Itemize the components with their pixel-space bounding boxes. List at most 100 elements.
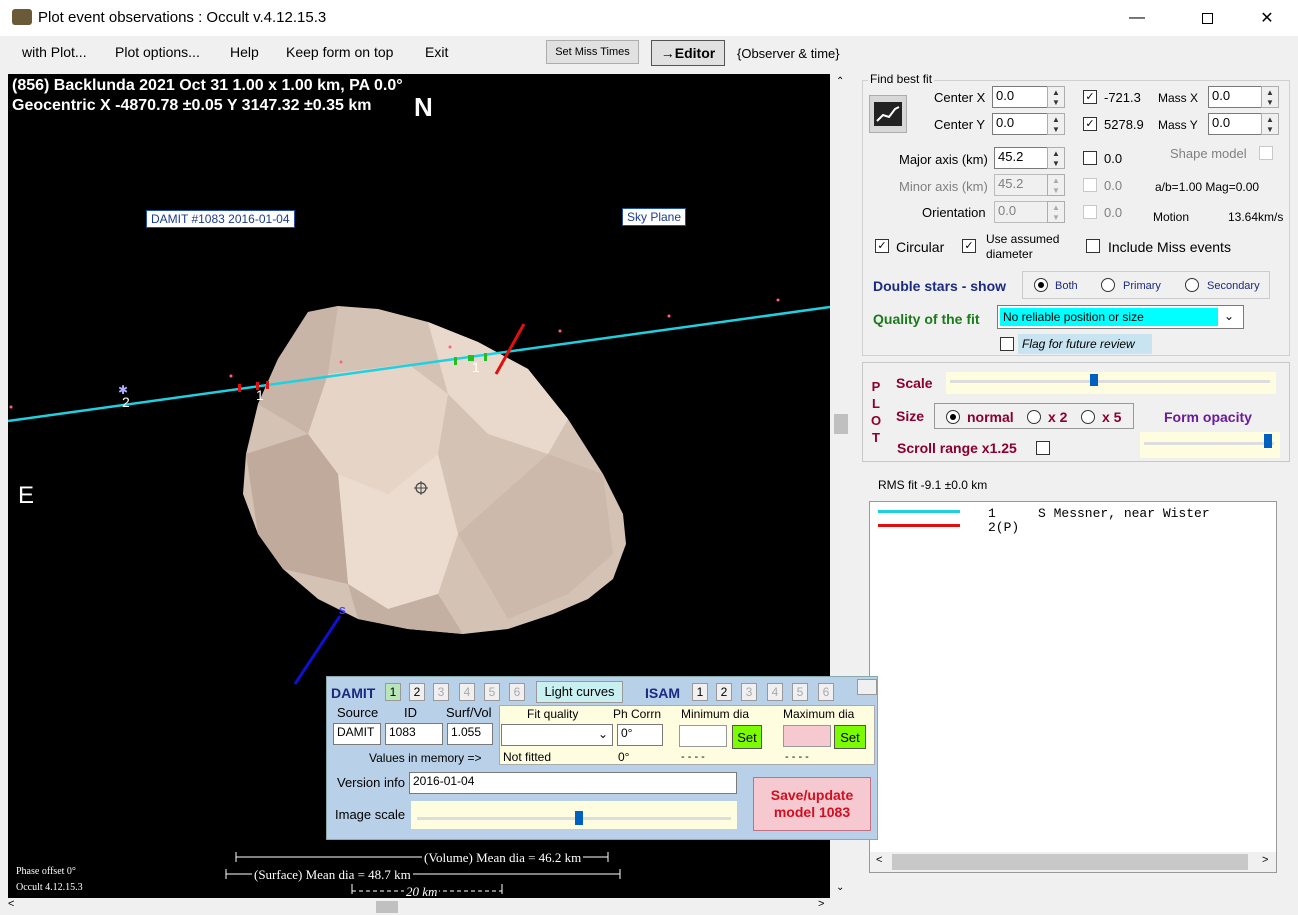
list-hscroll-thumb[interactable] bbox=[892, 854, 1248, 870]
find-best-fit-button[interactable] bbox=[869, 95, 907, 133]
max-dia-set-button[interactable]: Set bbox=[834, 725, 866, 749]
major-axis-input[interactable]: 45.2 bbox=[994, 147, 1048, 169]
orientation-spinner[interactable]: ▲ ▼ bbox=[1047, 201, 1065, 223]
vscroll-thumb[interactable] bbox=[834, 414, 848, 434]
max-dia-dashes: - - - - bbox=[785, 751, 809, 763]
list-row1-num[interactable]: 1 bbox=[988, 506, 996, 521]
center-y-spinner[interactable]: ▲ ▼ bbox=[1047, 113, 1065, 135]
mass-x-input[interactable]: 0.0 bbox=[1208, 86, 1262, 108]
id-input[interactable]: 1083 bbox=[385, 723, 443, 745]
damit-model-3[interactable]: 3 bbox=[433, 683, 449, 701]
use-assumed-checkbox[interactable]: ✓ bbox=[962, 239, 976, 253]
size-x2-radio[interactable] bbox=[1027, 410, 1041, 424]
center-x-input[interactable]: 0.0 bbox=[992, 86, 1048, 108]
form-opacity-slider[interactable] bbox=[1140, 432, 1280, 458]
both-radio[interactable] bbox=[1034, 278, 1048, 292]
scale-slider[interactable] bbox=[946, 372, 1276, 394]
version-info-input[interactable]: 2016-01-04 bbox=[409, 772, 737, 794]
form-opacity-thumb[interactable] bbox=[1264, 434, 1272, 448]
scroll-down-icon[interactable]: ⌄ bbox=[836, 882, 844, 893]
mass-x-spinner[interactable]: ▲ ▼ bbox=[1261, 86, 1279, 108]
phcorr-input[interactable]: 0° bbox=[617, 724, 663, 746]
damit-model-2[interactable]: 2 bbox=[409, 683, 425, 701]
list-row2-num[interactable]: 2(P) bbox=[988, 520, 1019, 535]
light-curves-button[interactable]: Light curves bbox=[536, 681, 623, 703]
surfvol-input[interactable]: 1.055 bbox=[447, 723, 493, 745]
center-x-spinner[interactable]: ▲ ▼ bbox=[1047, 86, 1065, 108]
menu-help[interactable]: Help bbox=[230, 44, 259, 60]
isam-model-2[interactable]: 2 bbox=[716, 683, 732, 701]
list-hscrollbar[interactable]: < > bbox=[870, 852, 1276, 872]
minor-axis-spinner[interactable]: ▲ ▼ bbox=[1047, 174, 1065, 196]
quality-value: No reliable position or size bbox=[1000, 308, 1218, 326]
major-axis-spinner[interactable]: ▲ ▼ bbox=[1047, 147, 1065, 169]
source-input[interactable]: DAMIT bbox=[333, 723, 381, 745]
phase-offset: Phase offset 0° bbox=[16, 866, 76, 877]
menu-exit[interactable]: Exit bbox=[425, 44, 448, 60]
scroll-range-checkbox[interactable] bbox=[1036, 441, 1050, 455]
id-label: ID bbox=[404, 705, 417, 720]
shape-model-checkbox[interactable] bbox=[1259, 146, 1273, 160]
observer-time-label[interactable]: {Observer & time} bbox=[737, 46, 840, 61]
hscroll-thumb[interactable] bbox=[376, 901, 398, 913]
chevron-down-icon[interactable]: ⌄ bbox=[1224, 309, 1234, 323]
minor-axis-input[interactable]: 45.2 bbox=[994, 174, 1048, 196]
damit-close-button[interactable] bbox=[857, 679, 877, 695]
scale-slider-thumb[interactable] bbox=[1090, 374, 1098, 386]
list-row1-name[interactable]: S Messner, near Wister bbox=[1038, 506, 1210, 521]
size-x5-radio[interactable] bbox=[1081, 410, 1095, 424]
size-normal-radio[interactable] bbox=[946, 410, 960, 424]
image-scale-slider[interactable] bbox=[411, 801, 737, 829]
list-scroll-right-icon[interactable]: > bbox=[1262, 854, 1268, 866]
y-checkbox[interactable]: ✓ bbox=[1083, 117, 1097, 131]
menu-with-plot[interactable]: with Plot... bbox=[22, 44, 87, 60]
orientation-label: Orientation bbox=[922, 205, 986, 220]
damit-model-5[interactable]: 5 bbox=[484, 683, 500, 701]
scroll-left-icon[interactable]: < bbox=[8, 898, 14, 910]
circular-checkbox[interactable]: ✓ bbox=[875, 239, 889, 253]
close-icon[interactable]: ✕ bbox=[1244, 0, 1290, 36]
isam-model-4[interactable]: 4 bbox=[767, 683, 783, 701]
fit-quality-select[interactable]: ⌄ bbox=[501, 724, 613, 746]
damit-model-1[interactable]: 1 bbox=[385, 683, 401, 701]
image-scale-thumb[interactable] bbox=[575, 811, 583, 825]
scroll-right-icon[interactable]: > bbox=[818, 898, 824, 910]
major-checkbox[interactable] bbox=[1083, 151, 1097, 165]
quality-select[interactable]: No reliable position or size ⌄ bbox=[997, 305, 1244, 329]
isam-model-6[interactable]: 6 bbox=[818, 683, 834, 701]
mass-y-spinner[interactable]: ▲ ▼ bbox=[1261, 113, 1279, 135]
fit-quality-chevron-icon[interactable]: ⌄ bbox=[598, 727, 608, 741]
scroll-up-icon[interactable]: ⌃ bbox=[836, 76, 844, 87]
orientation-checkbox[interactable] bbox=[1083, 205, 1097, 219]
x-checkbox[interactable]: ✓ bbox=[1083, 90, 1097, 104]
maximize-icon[interactable] bbox=[1184, 0, 1230, 36]
menu-keep-on-top[interactable]: Keep form on top bbox=[286, 44, 393, 60]
orientation-input[interactable]: 0.0 bbox=[994, 201, 1048, 223]
minor-checkbox[interactable] bbox=[1083, 178, 1097, 192]
minimize-icon[interactable]: — bbox=[1114, 0, 1160, 36]
set-miss-times-button[interactable]: Set Miss Times bbox=[546, 40, 639, 64]
isam-model-1[interactable]: 1 bbox=[692, 683, 708, 701]
secondary-radio[interactable] bbox=[1185, 278, 1199, 292]
list-scroll-left-icon[interactable]: < bbox=[876, 854, 882, 866]
primary-radio[interactable] bbox=[1101, 278, 1115, 292]
damit-model-4[interactable]: 4 bbox=[459, 683, 475, 701]
minor-check-value: 0.0 bbox=[1104, 178, 1123, 193]
plot-horizontal-scrollbar[interactable]: < > bbox=[0, 898, 832, 915]
mass-y-input[interactable]: 0.0 bbox=[1208, 113, 1262, 135]
damit-model-6[interactable]: 6 bbox=[509, 683, 525, 701]
include-miss-checkbox[interactable] bbox=[1086, 239, 1100, 253]
save-update-model-button[interactable]: Save/update model 1083 bbox=[753, 777, 871, 831]
flag-review-checkbox[interactable] bbox=[1000, 337, 1014, 351]
observer-list[interactable]: 1 S Messner, near Wister 2(P) < > bbox=[869, 501, 1277, 873]
menu-bar: with Plot... Plot options... Help Keep f… bbox=[0, 36, 1298, 72]
isam-model-5[interactable]: 5 bbox=[792, 683, 808, 701]
min-dia-set-button[interactable]: Set bbox=[732, 725, 762, 749]
center-y-input[interactable]: 0.0 bbox=[992, 113, 1048, 135]
major-axis-label: Major axis (km) bbox=[899, 152, 988, 167]
not-fitted-label: Not fitted bbox=[503, 750, 552, 764]
isam-model-3[interactable]: 3 bbox=[741, 683, 757, 701]
editor-button[interactable]: →Editor bbox=[651, 40, 725, 66]
ab-mag-label: a/b=1.00 Mag=0.00 bbox=[1155, 180, 1260, 194]
menu-plot-options[interactable]: Plot options... bbox=[115, 44, 200, 60]
